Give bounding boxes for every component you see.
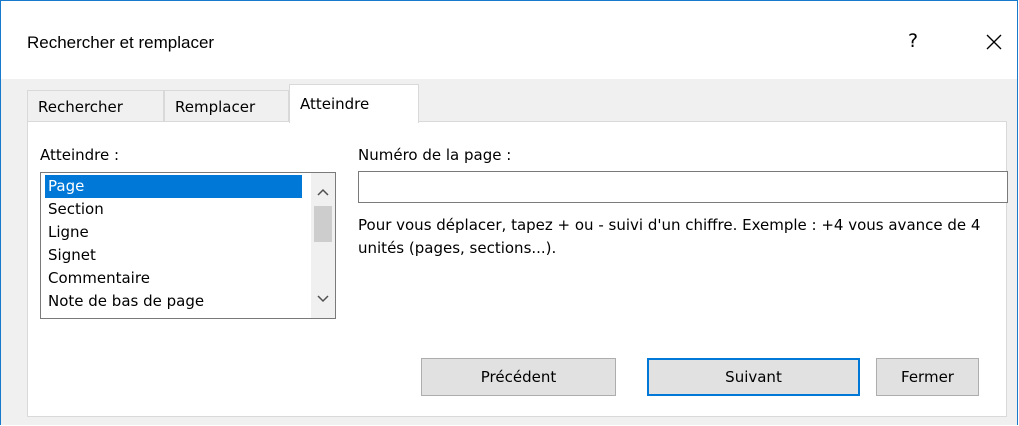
list-item-ligne[interactable]: Ligne xyxy=(45,221,302,244)
scroll-up-icon[interactable] xyxy=(311,181,335,203)
help-button[interactable]: ? xyxy=(901,27,925,55)
goto-help-text: Pour vous déplacer, tapez + ou - suivi d… xyxy=(358,216,981,257)
find-replace-dialog: Rechercher et remplacer ? Rechercher Rem… xyxy=(0,0,1018,425)
page-number-label: Numéro de la page : xyxy=(358,146,512,164)
list-item-signet[interactable]: Signet xyxy=(45,244,302,267)
tab-rechercher[interactable]: Rechercher xyxy=(27,90,164,122)
scroll-down-icon[interactable] xyxy=(311,288,335,310)
tab-remplacer[interactable]: Remplacer xyxy=(164,90,289,122)
goto-target-list[interactable]: Page Section Ligne Signet Commentaire No… xyxy=(40,172,336,319)
scroll-thumb[interactable] xyxy=(314,206,332,242)
page-number-input[interactable] xyxy=(358,171,1008,203)
list-item-page[interactable]: Page xyxy=(45,175,302,198)
next-button[interactable]: Suivant xyxy=(647,358,860,396)
close-button[interactable]: Fermer xyxy=(876,358,979,396)
list-item-section[interactable]: Section xyxy=(45,198,302,221)
list-scrollbar[interactable] xyxy=(311,173,335,318)
goto-list-label: Atteindre : xyxy=(40,146,120,164)
goto-panel: Atteindre : Page Section Ligne Signet Co… xyxy=(27,121,1008,417)
tab-atteindre[interactable]: Atteindre xyxy=(289,84,419,123)
list-item-note-bas-de-page[interactable]: Note de bas de page xyxy=(45,290,302,313)
previous-button[interactable]: Précédent xyxy=(421,358,616,396)
tab-strip: Rechercher Remplacer Atteindre xyxy=(27,84,1007,123)
window-title: Rechercher et remplacer xyxy=(27,33,215,52)
close-icon[interactable] xyxy=(979,27,1009,57)
title-bar: Rechercher et remplacer ? xyxy=(1,1,1017,79)
list-item-commentaire[interactable]: Commentaire xyxy=(45,267,302,290)
